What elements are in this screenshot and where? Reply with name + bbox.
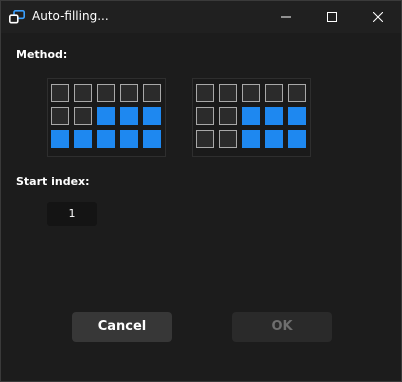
- window-title: Auto-filling...: [32, 9, 109, 23]
- cancel-button[interactable]: Cancel: [72, 312, 172, 342]
- pattern-cell-empty: [97, 84, 115, 102]
- pattern-cell-filled: [265, 130, 283, 148]
- pattern-cell-empty: [120, 84, 138, 102]
- maximize-button[interactable]: [309, 1, 355, 33]
- pattern-cell-filled: [265, 107, 283, 125]
- fill-pattern-option-1[interactable]: [47, 78, 166, 157]
- pattern-cell-empty: [74, 107, 92, 125]
- pattern-cell-filled: [51, 130, 69, 148]
- pattern-cell-empty: [196, 130, 214, 148]
- pattern-cell-filled: [120, 130, 138, 148]
- method-label: Method:: [16, 48, 68, 61]
- close-button[interactable]: [355, 1, 401, 33]
- ok-button[interactable]: OK: [232, 312, 332, 342]
- pattern-cell-empty: [219, 107, 237, 125]
- pattern-cell-filled: [143, 130, 161, 148]
- pattern-cell-filled: [288, 107, 306, 125]
- maximize-icon: [327, 12, 337, 22]
- pattern-cell-empty: [51, 107, 69, 125]
- pattern-cell-filled: [120, 107, 138, 125]
- pattern-cell-empty: [74, 84, 92, 102]
- start-index-input[interactable]: 1: [47, 202, 97, 226]
- pattern-cell-empty: [196, 84, 214, 102]
- pattern-cell-empty: [51, 84, 69, 102]
- pattern-cell-filled: [288, 130, 306, 148]
- pattern-cell-empty: [219, 84, 237, 102]
- title-bar[interactable]: Auto-filling...: [1, 1, 401, 33]
- pattern-cell-empty: [196, 107, 214, 125]
- pattern-cell-filled: [143, 107, 161, 125]
- pattern-cell-empty: [219, 130, 237, 148]
- pattern-cell-empty: [288, 84, 306, 102]
- fill-pattern-option-2[interactable]: [192, 78, 311, 157]
- pattern-cell-filled: [97, 107, 115, 125]
- pattern-cell-filled: [97, 130, 115, 148]
- pattern-cell-filled: [242, 107, 260, 125]
- pattern-cell-empty: [143, 84, 161, 102]
- app-logo-icon: [9, 10, 25, 24]
- start-index-label: Start index:: [16, 175, 90, 188]
- pattern-cell-empty: [242, 84, 260, 102]
- close-icon: [373, 12, 383, 22]
- auto-filling-dialog: Auto-filling... Method: Start index: 1 C…: [0, 0, 402, 382]
- pattern-cell-empty: [265, 84, 283, 102]
- minimize-icon: [281, 16, 291, 18]
- pattern-cell-filled: [74, 130, 92, 148]
- minimize-button[interactable]: [263, 1, 309, 33]
- pattern-cell-filled: [242, 130, 260, 148]
